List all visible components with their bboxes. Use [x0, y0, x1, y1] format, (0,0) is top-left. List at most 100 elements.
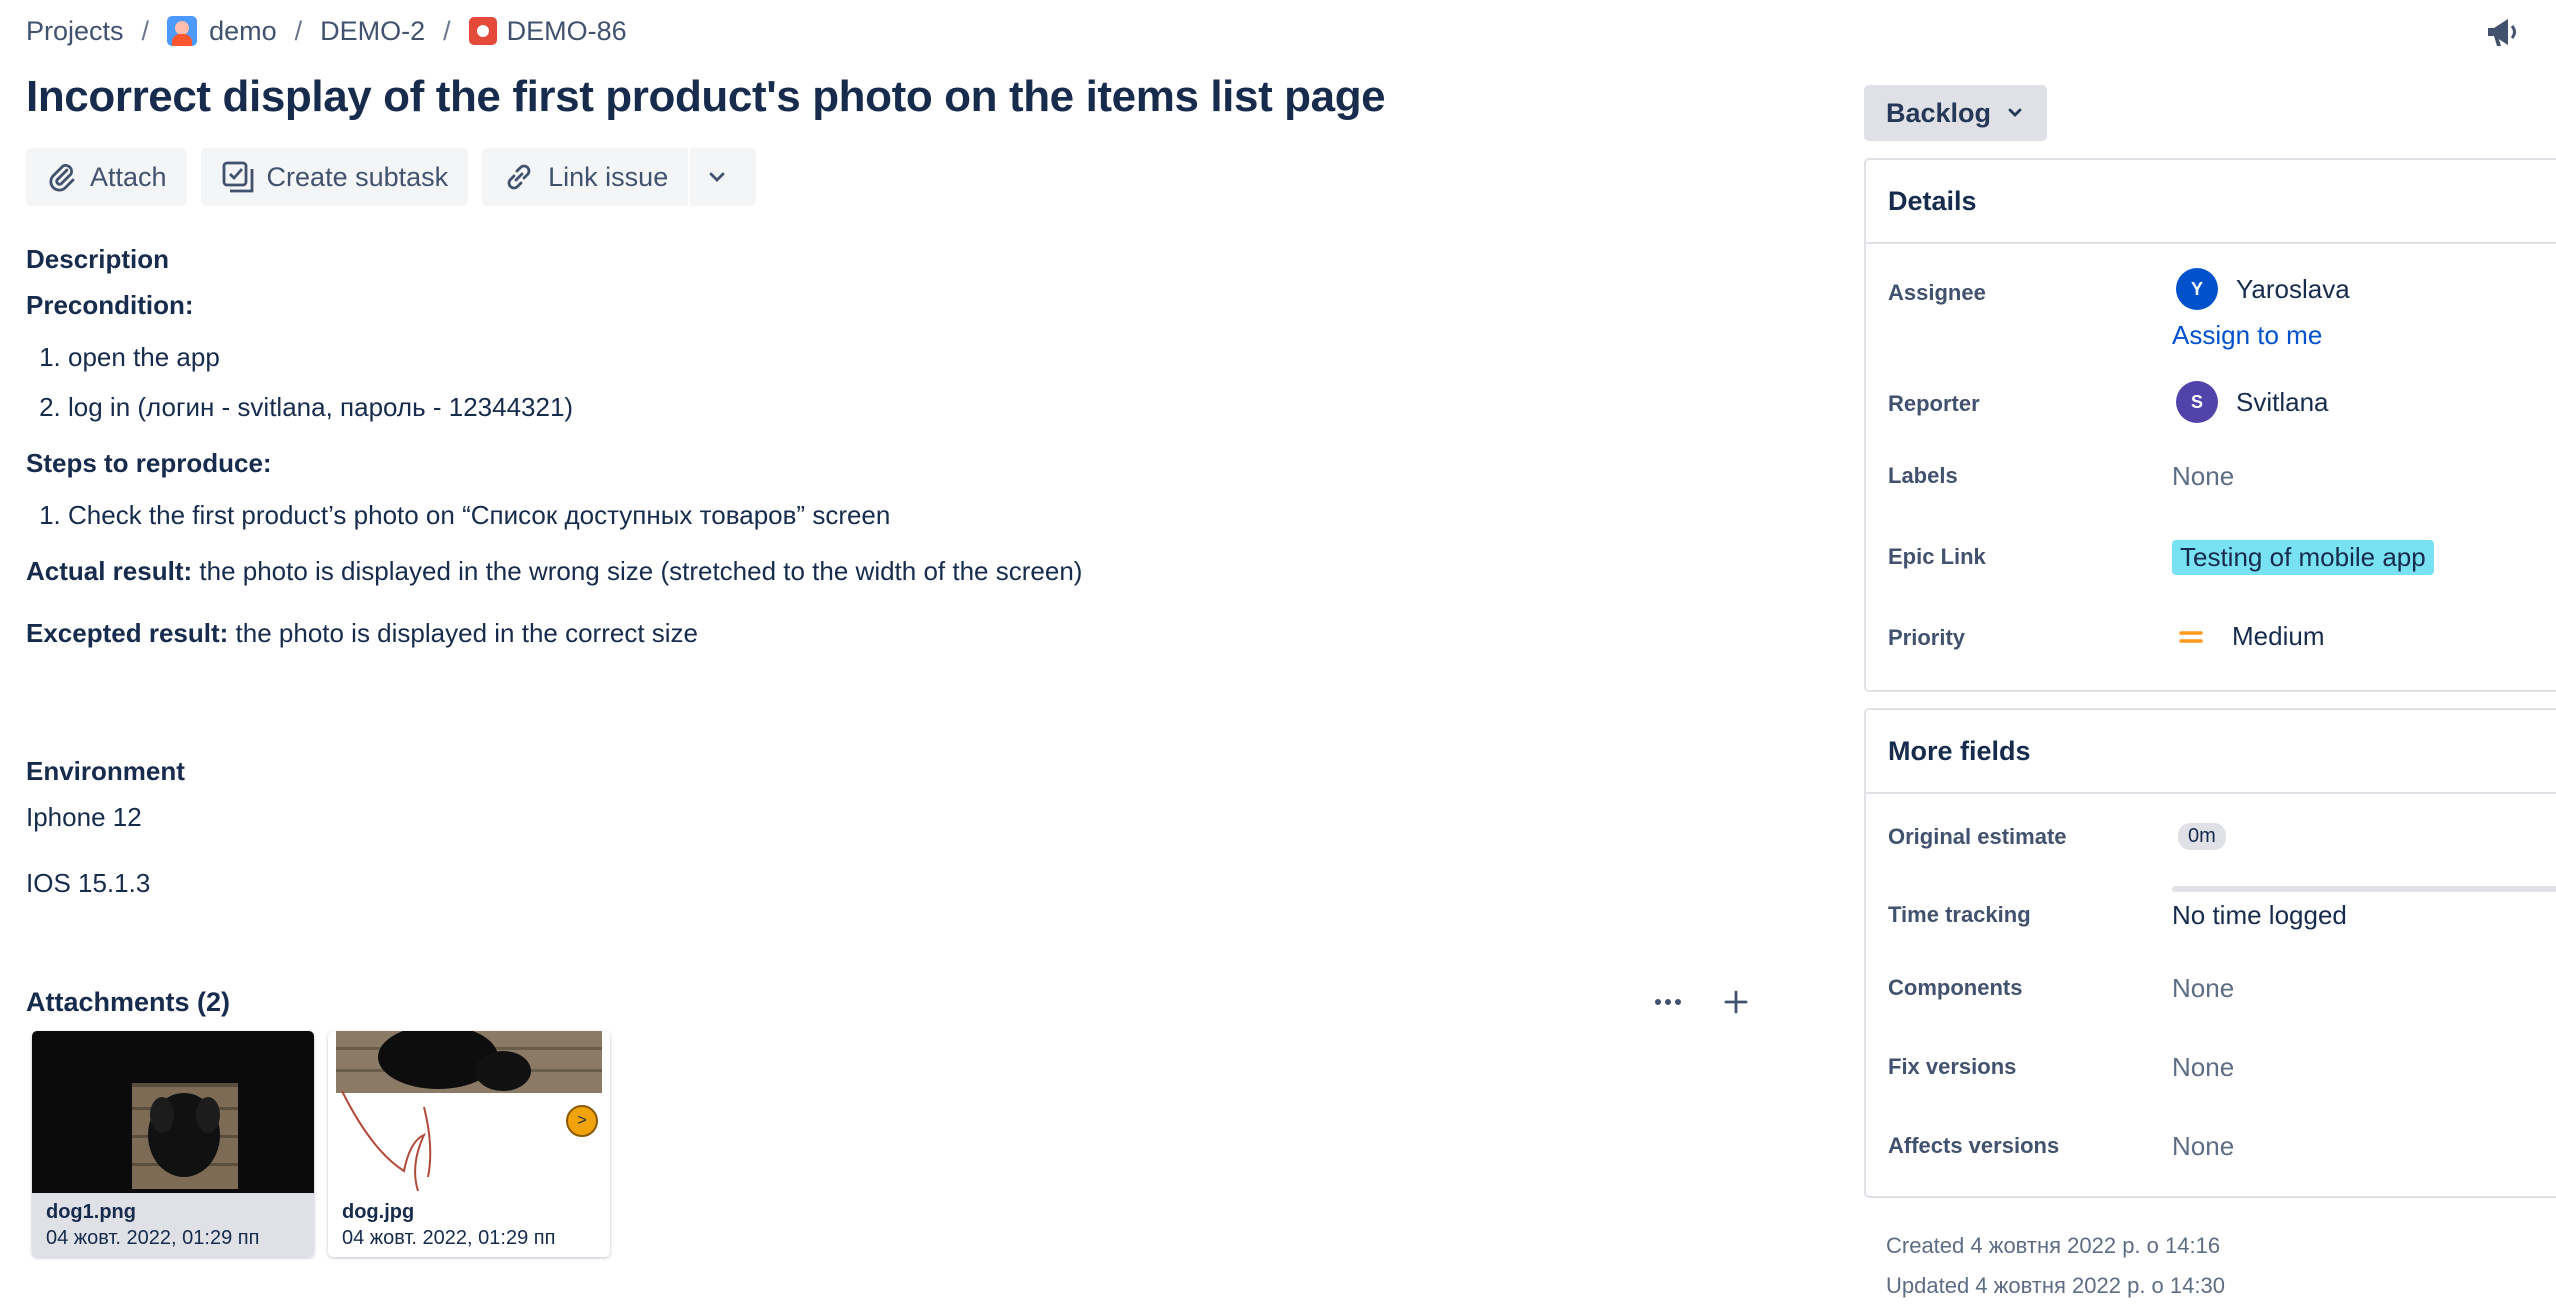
- attachment-thumbnail: >: [328, 1031, 610, 1193]
- actual-result-text: the photo is displayed in the wrong size…: [199, 556, 1083, 586]
- project-avatar-icon: [167, 16, 198, 46]
- breadcrumb-issue[interactable]: DEMO-86: [468, 15, 627, 47]
- labels-row: Labels None: [1866, 461, 2556, 492]
- expected-result-text: the photo is displayed in the correct si…: [235, 618, 699, 648]
- breadcrumb-project-label: demo: [209, 15, 277, 46]
- link-icon: [507, 164, 531, 190]
- link-issue-label: Link issue: [548, 161, 669, 192]
- original-estimate-field[interactable]: 0m: [2172, 822, 2226, 850]
- labels-field[interactable]: None: [2172, 461, 2234, 492]
- reporter-field[interactable]: S Svitlana: [2172, 381, 2329, 423]
- time-tracking-progress: [2172, 886, 2556, 892]
- steps-label: Steps to reproduce:: [26, 448, 272, 478]
- description-heading: Description: [26, 244, 170, 274]
- epic-link-lozenge: Testing of mobile app: [2172, 540, 2434, 575]
- breadcrumb-separator: /: [141, 15, 150, 46]
- assignee-field[interactable]: Y Yaroslava: [2172, 268, 2350, 310]
- environment-heading: Environment: [26, 756, 185, 786]
- attach-label: Attach: [90, 161, 167, 192]
- affects-versions-field[interactable]: None: [2172, 1131, 2234, 1162]
- priority-label: Priority: [1888, 625, 1966, 650]
- components-row: Components None: [1866, 973, 2556, 1004]
- labels-label: Labels: [1888, 463, 1958, 488]
- original-estimate-value: 0m: [2178, 822, 2226, 850]
- epic-link-field[interactable]: Testing of mobile app: [2172, 540, 2434, 575]
- avatar: S: [2176, 381, 2218, 423]
- attachment-filename: dog.jpg: [342, 1201, 415, 1223]
- play-badge-icon: >: [566, 1105, 598, 1137]
- assignee-row: Assignee Y Yaroslava Assign to me: [1866, 268, 2556, 351]
- status-dropdown[interactable]: Backlog: [1864, 85, 2048, 141]
- priority-field[interactable]: Medium: [2172, 621, 2324, 652]
- plus-icon[interactable]: [1716, 982, 1756, 1022]
- chevron-down-icon: [2008, 108, 2022, 117]
- priority-row: Priority Medium: [1866, 621, 2556, 652]
- link-issue-group: Link issue: [482, 148, 757, 206]
- reporter-name: Svitlana: [2236, 386, 2329, 417]
- issue-timestamps: Created 4 жовтня 2022 р. о 14:16 Updated…: [1886, 1226, 2225, 1306]
- breadcrumb-issue-label: DEMO-86: [506, 15, 627, 46]
- ellipsis-icon[interactable]: [1648, 982, 1688, 1022]
- paperclip-icon: [49, 164, 75, 192]
- attach-button[interactable]: Attach: [26, 148, 187, 206]
- time-tracking-field[interactable]: No time logged: [2172, 886, 2556, 931]
- issue-toolbar: Attach Create subtask Link issue: [26, 148, 757, 206]
- attachment-filename: dog1.png: [46, 1201, 136, 1223]
- breadcrumb-separator: /: [294, 15, 303, 46]
- more-actions-button[interactable]: [688, 148, 757, 206]
- epic-link-row: Epic Link Testing of mobile app: [1866, 540, 2556, 575]
- description-section[interactable]: Description Precondition: open the app l…: [26, 240, 1766, 652]
- priority-value: Medium: [2232, 621, 2325, 651]
- components-label: Components: [1888, 975, 2023, 1000]
- breadcrumb: Projects / demo / DEMO-2 / DEMO-86: [26, 14, 627, 48]
- assign-to-me-link[interactable]: Assign to me: [2172, 320, 2350, 351]
- time-tracking-row: Time tracking No time logged: [1866, 886, 2556, 931]
- created-timestamp: Created 4 жовтня 2022 р. о 14:16: [1886, 1233, 2221, 1258]
- breadcrumb-projects[interactable]: Projects: [26, 16, 124, 47]
- more-fields-heading[interactable]: More fields: [1866, 710, 2556, 794]
- breadcrumb-project[interactable]: demo: [167, 16, 277, 47]
- details-panel: Details Assignee Y Yaroslava Assign to m…: [1864, 158, 2556, 692]
- components-field[interactable]: None: [2172, 973, 2234, 1004]
- breadcrumb-epic[interactable]: DEMO-2: [320, 16, 425, 47]
- fix-versions-label: Fix versions: [1888, 1054, 2017, 1079]
- details-heading[interactable]: Details: [1866, 160, 2556, 244]
- fix-versions-field[interactable]: None: [2172, 1052, 2234, 1083]
- issue-title[interactable]: Incorrect display of the first product's…: [26, 72, 1386, 122]
- original-estimate-label: Original estimate: [1888, 824, 2067, 849]
- attachments-heading: Attachments (2): [26, 986, 231, 1017]
- steps-list: Check the first product’s photo on “Спис…: [68, 496, 1766, 534]
- create-subtask-button[interactable]: Create subtask: [200, 148, 469, 206]
- status-label: Backlog: [1886, 97, 1992, 128]
- fix-versions-row: Fix versions None: [1866, 1052, 2556, 1083]
- attachment-card[interactable]: > dog.jpg 04 жовт. 2022, 01:29 пп: [328, 1031, 610, 1257]
- affects-versions-row: Affects versions None: [1866, 1131, 2556, 1162]
- attachment-meta: dog.jpg 04 жовт. 2022, 01:29 пп: [328, 1193, 610, 1257]
- more-fields-panel: More fields Original estimate 0m Time tr…: [1864, 708, 2556, 1198]
- assignee-name: Yaroslava: [2236, 273, 2350, 304]
- precondition-label: Precondition:: [26, 290, 194, 320]
- attachment-list: dog1.png 04 жовт. 2022, 01:29 пп > dog.j…: [32, 1031, 610, 1257]
- environment-line: IOS 15.1.3: [26, 868, 151, 898]
- subtask-icon: [222, 161, 253, 193]
- assignee-label: Assignee: [1888, 280, 1986, 305]
- attachment-thumbnail: [32, 1031, 314, 1193]
- priority-medium-icon: [2179, 630, 2203, 643]
- actual-result: Actual result: the photo is displayed in…: [26, 552, 1766, 590]
- expected-result: Excepted result: the photo is displayed …: [26, 614, 1766, 652]
- precondition-list: open the app log in (логин - svitlana, п…: [68, 338, 1766, 426]
- updated-timestamp: Updated 4 жовтня 2022 р. о 14:30: [1886, 1273, 2225, 1298]
- actual-result-label: Actual result:: [26, 556, 193, 586]
- time-tracking-label: Time tracking: [1888, 902, 2031, 927]
- chevron-down-icon: [709, 172, 725, 182]
- affects-versions-label: Affects versions: [1888, 1133, 2060, 1158]
- attachment-card[interactable]: dog1.png 04 жовт. 2022, 01:29 пп: [32, 1031, 314, 1257]
- expected-result-label: Excepted result:: [26, 618, 229, 648]
- megaphone-icon[interactable]: [2482, 12, 2522, 52]
- attachments-header: Attachments (2): [26, 982, 1756, 1022]
- breadcrumb-separator: /: [443, 15, 451, 46]
- environment-section[interactable]: Environment Iphone 12 IOS 15.1.3: [26, 752, 185, 930]
- link-issue-button[interactable]: Link issue: [482, 148, 689, 206]
- time-tracking-value: No time logged: [2172, 900, 2347, 930]
- list-item: open the app: [68, 338, 1766, 376]
